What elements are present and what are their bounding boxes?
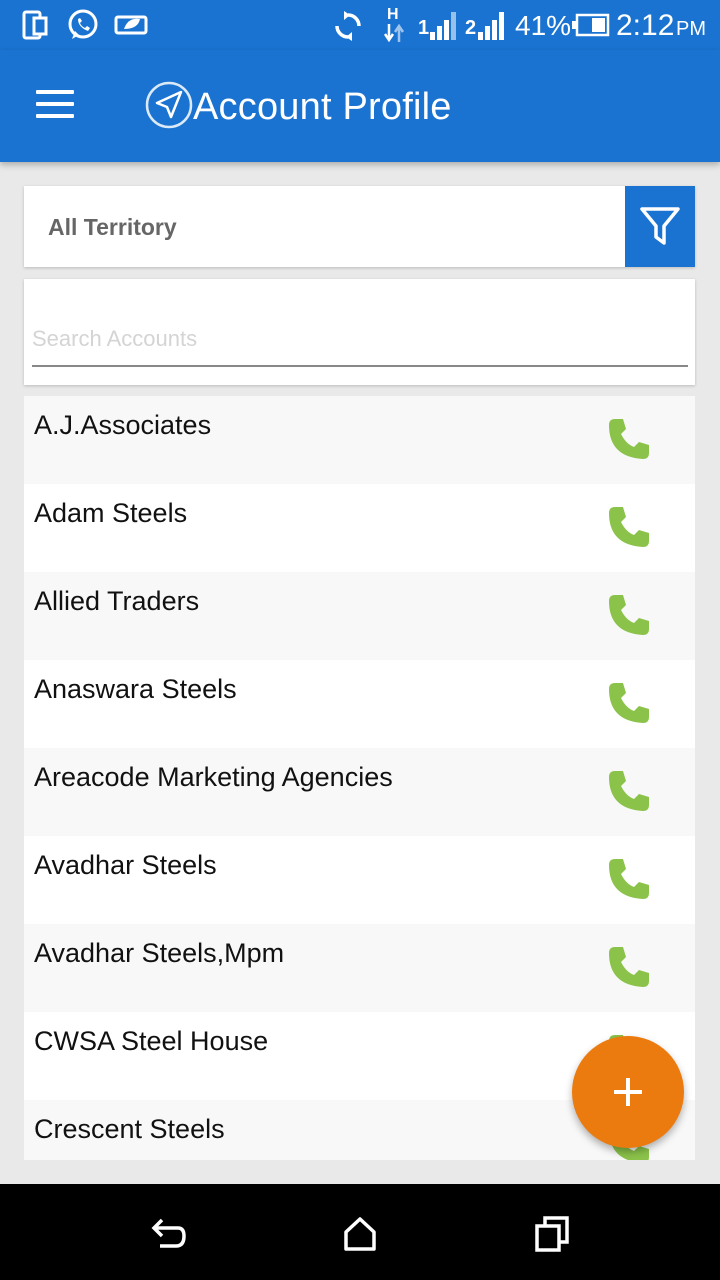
account-name: CWSA Steel House (34, 1026, 269, 1056)
phone-call-icon[interactable] (606, 944, 652, 990)
phone-call-icon[interactable] (606, 768, 652, 814)
account-name: Anaswara Steels (34, 674, 237, 704)
add-account-button[interactable] (572, 1036, 684, 1148)
search-card (24, 279, 695, 385)
app-bar: Account Profile (0, 50, 720, 162)
hamburger-menu-icon[interactable] (30, 84, 82, 128)
filter-button[interactable] (625, 186, 695, 267)
account-name: Adam Steels (34, 498, 188, 528)
account-name: Avadhar Steels (34, 850, 217, 880)
status-bar: H 1 2 41% 2:12 PM (0, 0, 720, 50)
signal-sim2-icon (478, 12, 504, 40)
territory-selector[interactable]: All Territory (24, 186, 695, 267)
account-row[interactable]: Anaswara Steels (24, 660, 695, 748)
leaf-battery-saver-icon (114, 15, 148, 35)
dual-window-icon (22, 10, 48, 40)
account-name: Allied Traders (34, 586, 200, 616)
whatsapp-icon (68, 9, 98, 39)
account-name: Areacode Marketing Agencies (34, 762, 393, 792)
back-icon[interactable] (148, 1214, 188, 1254)
system-nav-bar (0, 1184, 720, 1280)
data-arrows-icon (383, 24, 405, 42)
page-title: Account Profile (193, 86, 452, 128)
search-accounts-input[interactable] (32, 313, 688, 367)
account-row[interactable]: Areacode Marketing Agencies (24, 748, 695, 836)
account-row[interactable]: Avadhar Steels (24, 836, 695, 924)
phone-call-icon[interactable] (606, 680, 652, 726)
account-row[interactable]: A.J.Associates (24, 396, 695, 484)
clock-ampm: PM (676, 18, 706, 40)
clock-time: 2:12 (616, 9, 675, 42)
home-icon[interactable] (340, 1214, 380, 1254)
sim2-label: 2 (465, 17, 477, 39)
phone-call-icon[interactable] (606, 416, 652, 462)
app-logo-navigation-icon (145, 81, 193, 129)
account-row[interactable]: Adam Steels (24, 484, 695, 572)
phone-call-icon[interactable] (606, 504, 652, 550)
battery-percent: 41% (515, 10, 572, 41)
signal-sim1-icon (430, 12, 456, 40)
phone-call-icon[interactable] (606, 856, 652, 902)
account-name: Avadhar Steels,Mpm (34, 938, 285, 968)
sim1-label: 1 (418, 17, 430, 39)
account-row[interactable]: Allied Traders (24, 572, 695, 660)
recents-icon[interactable] (532, 1214, 572, 1254)
account-name: Crescent Steels (34, 1114, 225, 1144)
accounts-list: A.J.Associates Adam Steels Allied Traders A… (24, 396, 695, 1160)
territory-label: All Territory (48, 214, 177, 240)
sync-icon (335, 11, 361, 41)
network-type: H (387, 6, 399, 23)
account-row[interactable]: Avadhar Steels,Mpm (24, 924, 695, 1012)
phone-call-icon[interactable] (606, 592, 652, 638)
account-name: A.J.Associates (34, 410, 212, 440)
filter-funnel-icon (640, 207, 680, 245)
battery-icon (572, 13, 610, 37)
